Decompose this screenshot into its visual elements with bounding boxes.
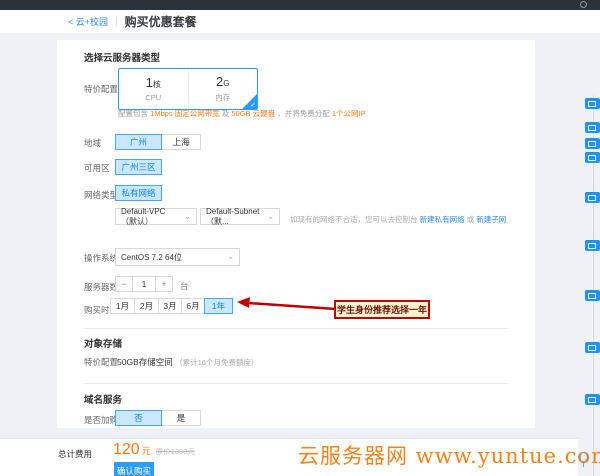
cpu-value: 1: [146, 75, 153, 90]
domain-addon-options: 否 是: [115, 410, 201, 426]
price-row: 120 元 原价1398元: [113, 441, 195, 459]
total-price: 120: [113, 441, 140, 459]
cos-free-note: （累计16个月免费额度）: [175, 358, 258, 367]
back-arrow-icon: <: [68, 17, 73, 27]
cpu-label: CPU: [145, 93, 161, 102]
extension-badge-icon[interactable]: [585, 122, 600, 133]
disk-highlight: 50GB 云硬盘: [231, 109, 275, 118]
breadcrumb-divider: |: [115, 16, 118, 27]
extension-badge-icon[interactable]: [585, 192, 600, 203]
section-domain-title: 域名服务: [84, 392, 122, 406]
screen: < 云+校园 | 购买优惠套餐 选择云服务器类型 特价配置 1核 CPU 2G …: [0, 0, 600, 476]
spec-note-text: 配置包含: [118, 109, 150, 118]
confirm-purchase-button[interactable]: 确认购买: [114, 462, 154, 476]
subnet-select[interactable]: Default-Subnet（默... ⌄: [200, 208, 280, 225]
extension-badge-icon[interactable]: [585, 240, 600, 251]
minus-button[interactable]: −: [115, 276, 133, 292]
vpc-note: 如现有的网络不合适，您可以去控制台 新建私有网络 或 新建子网: [290, 214, 506, 225]
chevron-down-icon: ⌄: [184, 214, 191, 220]
section-divider: [84, 328, 508, 329]
domain-option-yes[interactable]: 是: [161, 410, 201, 426]
vpc-select[interactable]: Default-VPC（默认） ⌄: [115, 208, 197, 225]
cos-config-label: 特价配置: [84, 356, 118, 368]
page-header: < 云+校园 | 购买优惠套餐: [0, 10, 600, 33]
magnifier-icon[interactable]: [578, 452, 588, 462]
extension-badge-icon[interactable]: [585, 152, 600, 163]
vpc-select-value: Default-VPC（默认）: [121, 207, 180, 227]
region-options: 广州 上海: [115, 134, 201, 150]
os-select[interactable]: CentOS 7.2 64位 ⌄: [115, 248, 240, 266]
extension-badge-icon[interactable]: [585, 138, 600, 149]
ip-highlight: 1个公网IP: [332, 109, 366, 118]
original-price: 原价1398元: [156, 446, 195, 457]
quantity-unit: 台: [180, 280, 189, 292]
domain-option-no[interactable]: 否: [115, 410, 162, 426]
create-vpc-link[interactable]: 新建私有网络: [420, 215, 465, 224]
duration-option-3month[interactable]: 3月: [158, 298, 182, 314]
price-unit: 元: [142, 444, 151, 457]
extension-badge-icon[interactable]: [585, 394, 600, 405]
network-type-label: 网络类型: [84, 189, 118, 201]
extension-badge-icon[interactable]: [585, 342, 600, 353]
annotation-arrow: [236, 296, 338, 314]
create-subnet-link[interactable]: 新建子网: [476, 215, 506, 224]
extension-badge-icon[interactable]: [585, 290, 600, 301]
region-option-shanghai[interactable]: 上海: [161, 134, 201, 150]
cos-storage-size: 50GB存储空间: [117, 357, 173, 367]
quantity-stepper: − 1 +: [115, 276, 173, 292]
cpu-unit: 核: [153, 80, 161, 89]
section-cos-title: 对象存储: [84, 336, 122, 350]
spec-card[interactable]: 1核 CPU 2G 内存 ✓: [118, 68, 258, 110]
browser-topbar: [0, 0, 600, 10]
memory-label: 内存: [215, 92, 230, 103]
plus-button[interactable]: +: [155, 276, 173, 292]
duration-option-1month[interactable]: 1月: [110, 298, 135, 314]
duration-option-2month[interactable]: 2月: [134, 298, 159, 314]
cos-value: 50GB存储空间 （累计16个月免费额度）: [117, 356, 258, 368]
annotation-callout: 学生身份推荐选择一年: [334, 300, 430, 319]
section-divider: [84, 383, 508, 384]
duration-option-6month[interactable]: 6月: [181, 298, 205, 314]
purchase-form-card: 选择云服务器类型 特价配置 1核 CPU 2G 内存 ✓ 配置包含 1Mbps …: [57, 40, 535, 428]
spec-note: 配置包含 1Mbps 固定公网带宽 及 50GB 云硬盘 ，并将免费分配 1个公…: [118, 108, 366, 119]
memory-unit: G: [223, 79, 229, 88]
duration-options: 1月 2月 3月 6月 1年: [110, 298, 233, 314]
section-server-type-title: 选择云服务器类型: [84, 50, 160, 64]
network-option-vpc[interactable]: 私有网络: [115, 185, 162, 201]
region-label: 地域: [84, 137, 101, 149]
domain-addon-label: 是否加购: [84, 414, 118, 426]
duration-option-1year[interactable]: 1年: [204, 298, 233, 314]
breadcrumb-label: 云+校园: [76, 17, 108, 27]
user-avatar-icon[interactable]: [580, 1, 587, 8]
cpu-spec: 1核 CPU: [119, 69, 188, 109]
network-options: 私有网络: [115, 185, 162, 201]
zone-option-guangzhou3[interactable]: 广州三区: [115, 159, 162, 175]
region-option-guangzhou[interactable]: 广州: [115, 134, 162, 150]
zone-label: 可用区: [84, 162, 110, 174]
os-label: 操作系统: [84, 252, 118, 264]
quantity-value[interactable]: 1: [132, 276, 156, 292]
page-title: 购买优惠套餐: [125, 13, 197, 30]
bandwidth-highlight: 1Mbps 固定公网带宽: [150, 109, 220, 118]
checkout-footer: 总计费用 120 元 原价1398元 确认购买: [0, 438, 578, 476]
chevron-down-icon: ⌄: [227, 254, 234, 260]
subnet-select-value: Default-Subnet（默...: [206, 207, 263, 227]
total-cost-label: 总计费用: [58, 448, 92, 460]
breadcrumb-back-link[interactable]: < 云+校园: [68, 15, 108, 28]
extension-badge-icon[interactable]: [585, 98, 600, 109]
chevron-down-icon: ⌄: [267, 214, 274, 220]
os-select-value: CentOS 7.2 64位: [121, 252, 182, 263]
spec-config-label: 特价配置: [84, 83, 118, 95]
zone-options: 广州三区: [115, 159, 162, 175]
